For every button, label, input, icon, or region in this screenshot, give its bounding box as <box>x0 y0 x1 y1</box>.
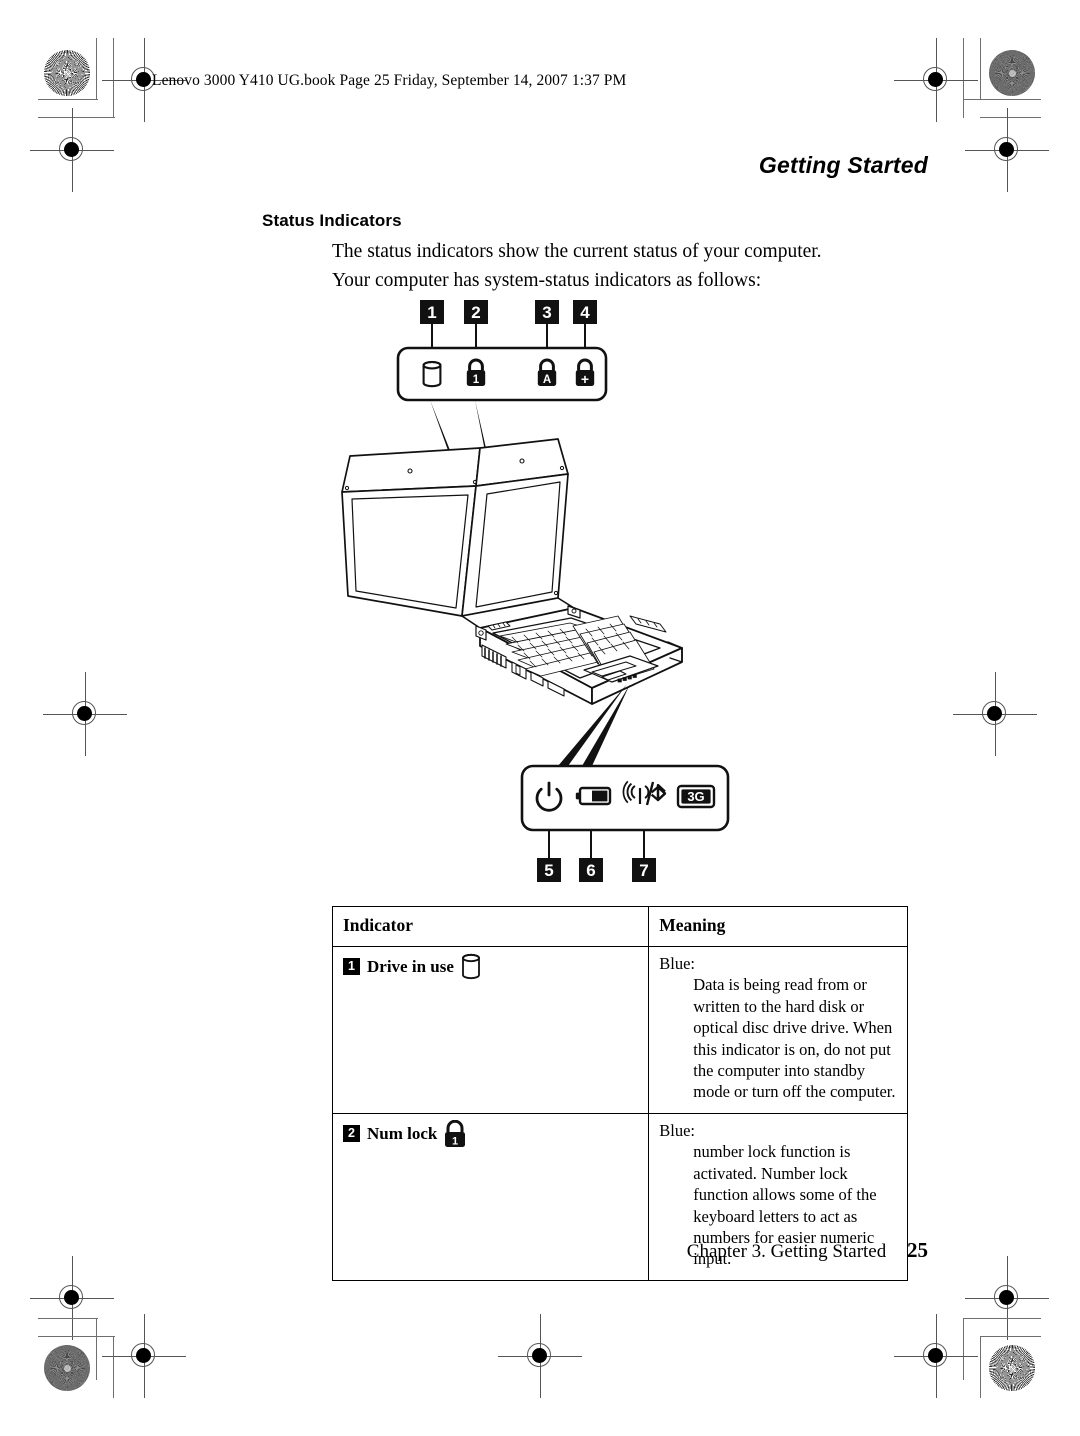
indicator-meaning-table: Indicator Meaning 1 Drive in use Blue: D… <box>331 906 908 1281</box>
registration-target-bottom-right-upper <box>965 1256 1049 1340</box>
wireless-bluetooth-icon <box>622 780 667 806</box>
crop-mark-bottom-right-h2 <box>980 1336 1041 1338</box>
row-number-badge: 1 <box>343 958 360 976</box>
intro-paragraph-line-2: Your computer has system-status indicato… <box>332 270 762 291</box>
meaning-color-label: Blue: <box>659 953 695 973</box>
indicator-label: Num lock <box>367 1123 438 1143</box>
crop-mark-bottom-left-v2 <box>113 1336 115 1398</box>
registration-target-mid-left <box>43 672 127 756</box>
meaning-cell-drive-in-use: Blue: Data is being read from or written… <box>648 945 908 1114</box>
meaning-color-label: Blue: <box>659 1120 695 1140</box>
svg-text:7: 7 <box>639 861 648 880</box>
page-footer: Chapter 3. Getting Started 25 <box>687 1238 928 1263</box>
svg-text:2: 2 <box>471 303 480 322</box>
battery-icon <box>575 786 612 806</box>
callout-badge-3: 3 <box>535 300 559 348</box>
padlock-capslock-icon: A <box>537 358 557 386</box>
crop-mark-top-right-v1 <box>963 38 965 118</box>
crop-mark-bottom-right-v2 <box>980 1336 982 1398</box>
svg-text:1: 1 <box>427 303 436 322</box>
crop-mark-top-right-h2 <box>980 117 1041 119</box>
footer-chapter-text: Chapter 3. Getting Started <box>686 1241 887 1262</box>
callout-badge-6: 6 <box>579 830 603 882</box>
figure-svg: 1 2 3 4 1 A + 3G 5 6 7 <box>341 300 730 882</box>
crop-mark-top-right-h1 <box>963 99 1041 101</box>
indicator-cell-drive-in-use: 1 Drive in use <box>331 945 650 1114</box>
registration-target-bottom-center <box>498 1314 582 1398</box>
status-indicator-figure: 1 2 3 4 1 A + 3G 5 6 7 <box>330 296 750 896</box>
intro-paragraph-line-1: The status indicators show the current s… <box>332 241 822 262</box>
svg-text:1: 1 <box>452 1135 458 1147</box>
svg-text:+: + <box>581 371 589 387</box>
meaning-description: Data is being read from or written to th… <box>693 975 896 1102</box>
crop-mark-bottom-right-h1 <box>963 1318 1041 1320</box>
column-header-indicator: Indicator <box>331 906 650 947</box>
svg-text:4: 4 <box>580 303 590 322</box>
laptop-line-drawing <box>341 438 683 705</box>
padlock-numlock-icon: 1 <box>466 358 486 386</box>
crop-mark-top-left-v2 <box>113 38 115 118</box>
rosette-mark-bottom-left <box>44 1345 90 1391</box>
book-filename-header: Lenovo 3000 Y410 UG.book Page 25 Friday,… <box>152 72 627 89</box>
registration-target-top-right-lower <box>965 108 1049 192</box>
table-header-row: Indicator Meaning <box>331 906 908 947</box>
padlock-numlock-icon: 1 <box>445 1119 466 1147</box>
crop-mark-bottom-left-h2 <box>38 1336 115 1338</box>
callout-badge-2: 2 <box>464 300 488 348</box>
page-title: Status Indicators <box>262 211 402 230</box>
crop-mark-bottom-left-v1 <box>96 1318 98 1380</box>
indicator-cell-num-lock: 2 Num lock 1 <box>331 1112 650 1281</box>
callout-badge-5: 5 <box>537 830 561 882</box>
drive-cylinder-icon <box>461 953 480 979</box>
padlock-scrolllock-icon: + <box>575 358 595 387</box>
svg-text:5: 5 <box>544 861 553 880</box>
row-number-badge: 2 <box>343 1125 360 1143</box>
registration-target-bottom-right-lower <box>894 1314 978 1398</box>
page-number: 25 <box>907 1238 928 1262</box>
crop-mark-top-left-v1 <box>96 38 98 100</box>
registration-target-top-right-upper <box>894 38 978 122</box>
svg-text:3G: 3G <box>687 789 704 804</box>
registration-target-bottom-left-upper <box>30 1256 114 1340</box>
table-row: 1 Drive in use Blue: Data is being read … <box>331 945 908 1114</box>
crop-mark-top-left-h2 <box>38 117 115 119</box>
crop-mark-bottom-right-v1 <box>963 1318 965 1380</box>
rosette-mark-top-right <box>989 50 1035 96</box>
rosette-mark-bottom-right <box>989 1345 1035 1391</box>
indicator-label: Drive in use <box>367 956 454 976</box>
registration-target-bottom-left-lower <box>102 1314 186 1398</box>
power-icon <box>535 781 563 812</box>
three-g-icon: 3G <box>676 784 716 809</box>
svg-text:A: A <box>543 374 551 386</box>
svg-text:3: 3 <box>542 303 551 322</box>
rosette-mark-top-left <box>44 50 90 96</box>
svg-text:1: 1 <box>473 374 480 386</box>
crop-mark-bottom-left-h1 <box>38 1318 98 1320</box>
callout-badge-1: 1 <box>420 300 444 348</box>
registration-target-mid-right <box>953 672 1037 756</box>
drive-cylinder-icon <box>422 360 442 388</box>
crop-mark-top-right-v2 <box>980 38 982 100</box>
registration-target-top-left-lower <box>30 108 114 192</box>
crop-mark-top-left-h1 <box>38 99 98 101</box>
column-header-meaning: Meaning <box>648 906 908 947</box>
callout-badge-4: 4 <box>573 300 597 348</box>
callout-badge-7: 7 <box>632 830 656 882</box>
document-page: Lenovo 3000 Y410 UG.book Page 25 Friday,… <box>0 0 1080 1436</box>
running-head: Getting Started <box>758 152 928 178</box>
svg-text:6: 6 <box>586 861 595 880</box>
